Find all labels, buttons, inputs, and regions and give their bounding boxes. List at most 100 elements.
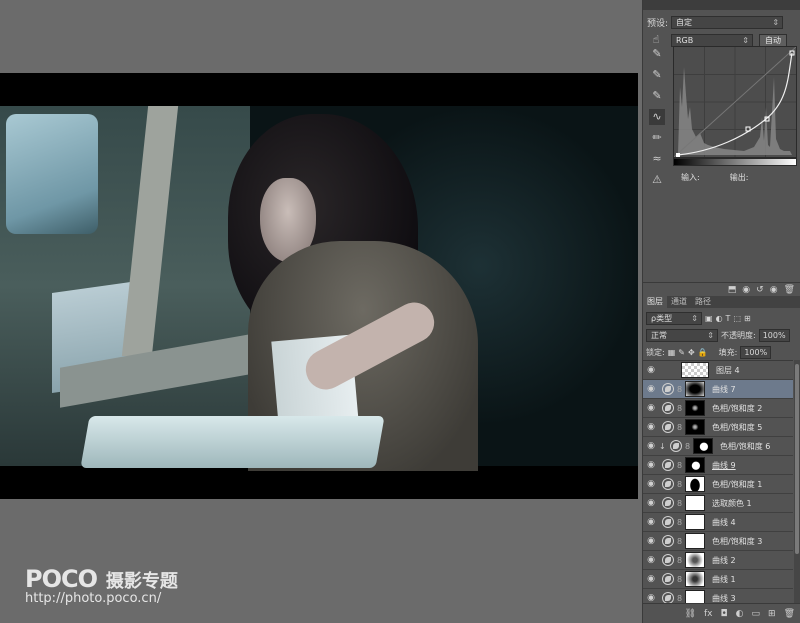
filter-smart-icon[interactable]: ⊞ [744,314,751,323]
eye-icon[interactable]: ◉ [643,384,659,394]
curve-graph[interactable] [673,46,797,158]
layer-row[interactable]: ◉ 8 色相/饱和度 3 [643,532,793,551]
link-icon[interactable]: 8 [677,385,683,394]
opacity-input[interactable]: 100% [758,329,790,342]
filter-adjust-icon[interactable]: ◐ [716,314,723,323]
clip-arrow-icon: ↓ [659,441,666,451]
eye-icon[interactable]: ◉ [643,403,659,413]
eye-icon[interactable]: ◉ [643,574,659,584]
eyedropper-gray-icon[interactable]: ✎ [649,67,665,83]
layer-name: 曲线 7 [712,384,736,394]
layer-row[interactable]: ◉ 图层 4 [643,361,793,380]
layer-row[interactable]: ◉ 8 选取颜色 1 [643,494,793,513]
properties-header [643,0,800,10]
tab-channels[interactable]: 通道 [667,296,691,308]
link-layers-icon[interactable]: ⛓ [685,609,696,619]
eye-icon[interactable]: ◉ [643,422,659,432]
view-previous-icon[interactable]: ◉ [742,285,750,295]
auto-button[interactable]: 自动 [759,33,787,47]
output-label: 输出: [729,173,749,182]
link-icon[interactable]: 8 [677,556,683,565]
add-mask-icon[interactable]: ◘ [721,609,728,619]
eye-icon[interactable]: ◉ [643,593,659,603]
layer-mask [685,495,705,511]
layer-mask [685,381,705,397]
clip-to-layer-icon[interactable]: ⬒ [728,285,737,295]
layer-row[interactable]: ◉ 8 曲线 4 [643,513,793,532]
new-layer-icon[interactable]: ⊞ [768,609,776,619]
fx-icon[interactable]: fx [704,609,713,619]
preset-select[interactable]: 自定 [671,15,784,29]
eye-icon[interactable]: ◉ [643,498,659,508]
layers-scrollbar[interactable] [794,360,800,603]
tab-paths[interactable]: 路径 [691,296,715,308]
eye-icon[interactable]: ◉ [643,536,659,546]
layer-filter-select[interactable]: ρ类型 [646,312,702,325]
lock-all-icon[interactable]: 🔒 [698,348,708,357]
layer-row[interactable]: ◉ 8 曲线 1 [643,570,793,589]
curve-point-black[interactable] [676,153,680,157]
lock-transparent-icon[interactable]: ▦ [668,348,676,357]
lock-position-icon[interactable]: ✥ [688,348,695,357]
tab-layers[interactable]: 图层 [643,296,667,308]
eyedropper-white-icon[interactable]: ✎ [649,88,665,104]
link-icon[interactable]: 8 [677,537,683,546]
link-icon[interactable]: 8 [677,575,683,584]
trash-icon[interactable]: 🗑 [784,285,795,295]
link-icon[interactable]: 8 [677,480,683,489]
lock-pixels-icon[interactable]: ✎ [678,348,685,357]
curve-point-tool-icon[interactable]: ∿ [649,109,665,125]
reset-icon[interactable]: ↺ [756,285,764,295]
filter-type-icon[interactable]: T [726,314,731,323]
scroll-thumb[interactable] [795,364,799,554]
layers-panel: 图层 通道 路径 ρ类型 ▣ ◐ T ⬚ ⊞ 正常 不透明度: 100% 锁定:… [643,296,800,623]
layer-row[interactable]: ◉ 8 色相/饱和度 5 [643,418,793,437]
channel-select[interactable]: RGB [671,33,753,47]
layer-name: 曲线 2 [712,555,736,565]
watermark-logo: POCO [25,565,98,593]
eye-icon[interactable]: ◉ [643,365,659,375]
smooth-icon[interactable]: ≈ [649,151,665,167]
layer-row[interactable]: ◉ 8 曲线 3 [643,589,793,603]
document-image[interactable] [0,73,638,499]
link-icon[interactable]: 8 [685,442,691,451]
link-icon[interactable]: 8 [677,594,683,603]
eye-icon[interactable]: ◉ [643,555,659,565]
eye-icon[interactable]: ◉ [643,441,659,451]
new-group-icon[interactable]: ▭ [752,609,761,619]
link-icon[interactable]: 8 [677,404,683,413]
watermark-subtitle: 摄影专题 [105,571,178,592]
adjustment-icon [662,554,674,566]
filter-row: ρ类型 ▣ ◐ T ⬚ ⊞ [646,310,798,327]
adjustment-icon [662,516,674,528]
filter-shape-icon[interactable]: ⬚ [733,314,741,323]
fill-input[interactable]: 100% [740,346,772,359]
link-icon[interactable]: 8 [677,499,683,508]
delete-layer-icon[interactable]: 🗑 [784,609,795,619]
layer-row[interactable]: ◉ 8 曲线 7 [643,380,793,399]
gradient-bar[interactable] [673,158,797,166]
adjustment-icon [662,478,674,490]
layer-row[interactable]: ◉ ↓ 8 色相/饱和度 6 [643,437,793,456]
link-icon[interactable]: 8 [677,461,683,470]
eye-icon[interactable]: ◉ [643,479,659,489]
layer-row[interactable]: ◉ 8 曲线 2 [643,551,793,570]
adjustment-icon [670,440,682,452]
eyedropper-black-icon[interactable]: ✎ [649,46,665,62]
filter-pixel-icon[interactable]: ▣ [705,314,713,323]
clipping-warning-icon[interactable]: ⚠ [649,172,665,188]
layer-name: 曲线 3 [712,593,736,603]
visibility-icon[interactable]: ◉ [770,285,778,295]
curve-graph-svg [673,46,797,158]
eye-icon[interactable]: ◉ [643,460,659,470]
link-icon[interactable]: 8 [677,423,683,432]
canvas-area[interactable]: POCO 摄影专题 http://photo.poco.cn/ [0,0,642,623]
layer-row[interactable]: ◉ 8 色相/饱和度 1 [643,475,793,494]
new-adjustment-icon[interactable]: ◐ [736,609,744,619]
link-icon[interactable]: 8 [677,518,683,527]
eye-icon[interactable]: ◉ [643,517,659,527]
pencil-icon[interactable]: ✏ [649,130,665,146]
layer-row[interactable]: ◉ 8 色相/饱和度 2 [643,399,793,418]
layer-row[interactable]: ◉ 8 曲线 9 [643,456,793,475]
blend-mode-select[interactable]: 正常 [646,329,718,342]
